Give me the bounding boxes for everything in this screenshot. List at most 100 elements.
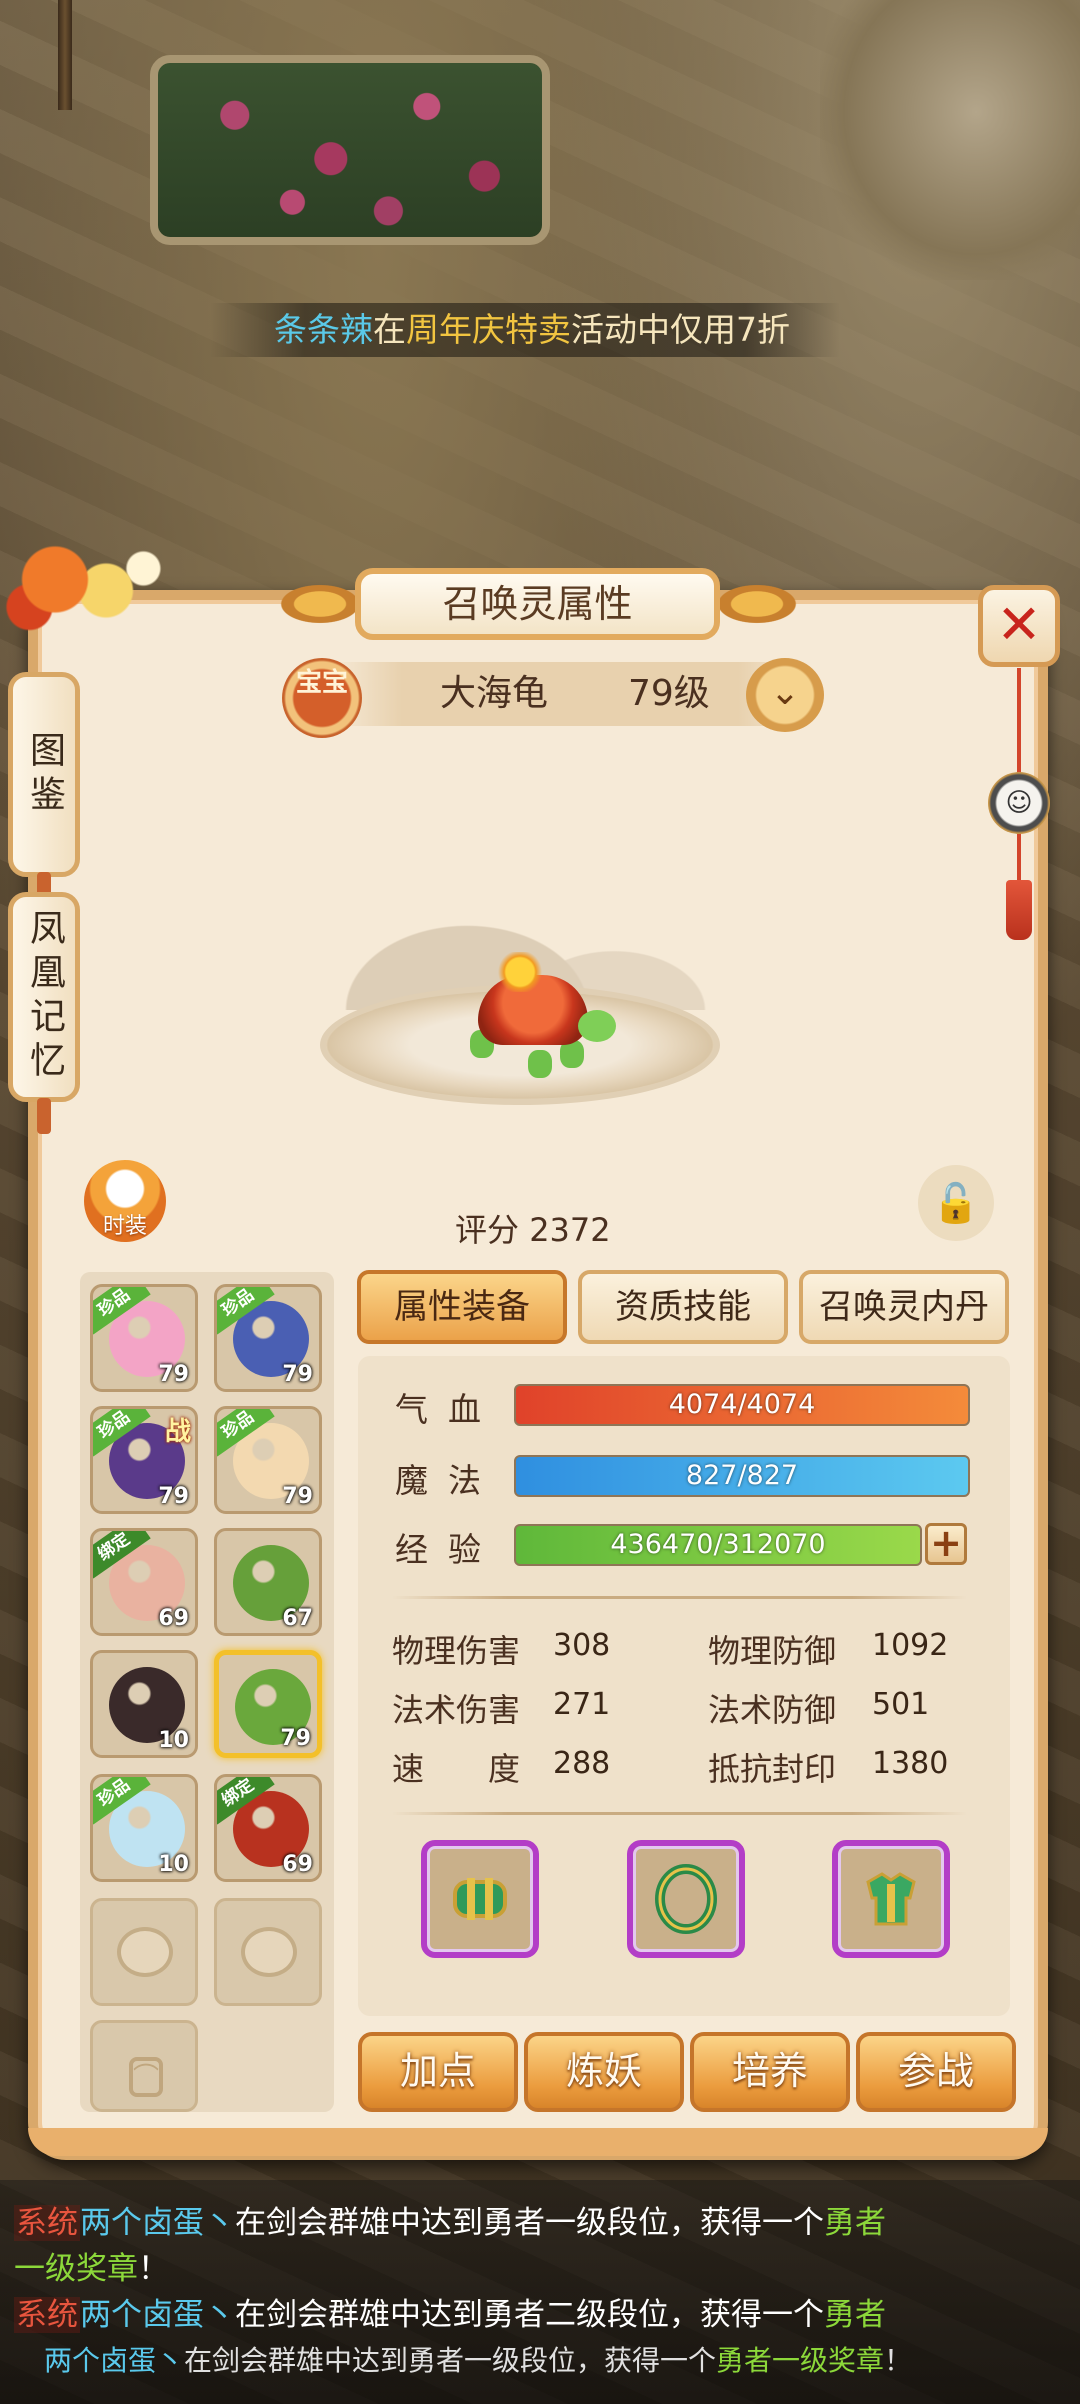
stat-magic-defense-value: 501: [872, 1687, 930, 1722]
chevron-down-icon: ⌄: [769, 672, 801, 713]
exp-label: 经验: [395, 1530, 501, 1569]
marquee-player-name: 条条辣: [274, 310, 373, 349]
stat-seal-resist-label: 抵抗封印: [708, 1750, 837, 1788]
pet-level: 79: [282, 1484, 313, 1509]
in-battle-tag: 战: [164, 1417, 191, 1447]
chat-text: 在剑会群雄中达到勇者一级段位，获得一个: [184, 2344, 717, 2377]
baobao-badge: 宝宝: [282, 658, 362, 738]
chat-reward[interactable]: 勇者一级奖章: [716, 2344, 884, 2377]
chat-message: 系统两个卤蛋丶在剑会群雄中达到勇者二级段位，获得一个勇者: [14, 2292, 886, 2338]
mp-bar: 827/827: [514, 1455, 970, 1497]
panel-bottom-trim: [28, 2128, 1048, 2156]
equip-slot-ring[interactable]: [627, 1840, 745, 1958]
chat-reward[interactable]: 勇者: [824, 2205, 886, 2241]
lock-toggle-button[interactable]: 🔓: [918, 1165, 994, 1241]
close-button[interactable]: ✕: [978, 585, 1060, 667]
pet-slot-locked[interactable]: ⌒: [90, 2020, 198, 2112]
pet-level: 67: [282, 1606, 313, 1631]
hp-value: 4074/4074: [668, 1389, 816, 1420]
chat-user[interactable]: 两个卤蛋丶: [80, 2205, 235, 2241]
pet-slot[interactable]: 67: [214, 1528, 322, 1636]
panda-placeholder-icon: [117, 1927, 173, 1977]
exp-bar: 436470/312070: [514, 1524, 922, 1566]
stat-speed-value: 288: [553, 1746, 611, 1781]
fashion-button[interactable]: 时装: [84, 1160, 166, 1242]
pet-slot[interactable]: 10: [90, 1650, 198, 1758]
add-points-button[interactable]: 加点: [358, 2032, 518, 2112]
equip-slot-armor[interactable]: [832, 1840, 950, 1958]
stat-magic-attack-label: 法术伤害: [392, 1691, 521, 1729]
stat-physical-attack-label: 物理伤害: [392, 1632, 521, 1670]
exp-value: 436470/312070: [610, 1529, 826, 1560]
pet-level: 10: [158, 1728, 189, 1753]
chat-user[interactable]: 两个卤蛋丶: [80, 2297, 235, 2333]
side-tab-phoenix-memory[interactable]: 凤凰记忆: [8, 892, 80, 1102]
pet-slot[interactable]: 绑定 69: [90, 1528, 198, 1636]
chat-panel[interactable]: 系统两个卤蛋丶在剑会群雄中达到勇者一级段位，获得一个勇者 一级奖章！ 系统两个卤…: [0, 2180, 1080, 2404]
chat-text: 在剑会群雄中达到勇者二级段位，获得一个: [235, 2297, 824, 2333]
pet-level: 79级: [628, 673, 710, 714]
marquee-text: 在: [373, 310, 406, 349]
flowerbed: [150, 55, 550, 245]
chat-reward[interactable]: 勇者: [824, 2297, 886, 2333]
tab-inner-core[interactable]: 召唤灵内丹: [799, 1270, 1009, 1344]
stat-physical-attack-value: 308: [553, 1628, 611, 1663]
train-button[interactable]: 培养: [690, 2032, 850, 2112]
tab-aptitude-skills[interactable]: 资质技能: [578, 1270, 788, 1344]
mask-medal-icon[interactable]: ☺: [988, 772, 1050, 834]
chat-message: 系统两个卤蛋丶在剑会群雄中达到勇者一级段位，获得一个勇者: [14, 2200, 886, 2246]
chat-user[interactable]: 两个卤蛋丶: [44, 2344, 184, 2377]
close-icon: ✕: [996, 593, 1042, 656]
pet-level: 79: [158, 1362, 189, 1387]
armor-icon: [866, 1872, 916, 1926]
marquee-text-rest: 活动中仅用7折: [571, 310, 790, 349]
marquee-event-name: 周年庆特卖: [406, 310, 571, 349]
statue: [820, 0, 1080, 280]
pet-level: 79: [158, 1484, 189, 1509]
chat-channel-tag: 系统: [14, 2297, 80, 2333]
side-tab-handbook[interactable]: 图鉴: [8, 672, 80, 877]
pet-slot[interactable]: 珍品 10: [90, 1774, 198, 1882]
mp-label: 魔法: [395, 1461, 501, 1500]
refine-demon-button[interactable]: 炼妖: [524, 2032, 684, 2112]
panda-placeholder-icon: [241, 1927, 297, 1977]
tassel-end: [1006, 880, 1032, 940]
divider: [392, 1596, 967, 1599]
pet-slot[interactable]: 珍品 79: [90, 1284, 198, 1392]
lock-icon: ⌒: [129, 2057, 163, 2097]
chat-channel-tag: 系统: [14, 2205, 80, 2241]
join-battle-button[interactable]: 参战: [856, 2032, 1016, 2112]
chat-message: 两个卤蛋丶在剑会群雄中达到勇者一级段位，获得一个勇者一级奖章！: [44, 2338, 912, 2384]
turtle-crown: [490, 952, 550, 992]
stat-physical-defense-label: 物理防御: [708, 1632, 837, 1670]
mp-value: 827/827: [685, 1460, 799, 1491]
bracer-icon: [453, 1878, 507, 1920]
score-value: 2372: [529, 1211, 611, 1249]
chat-reward[interactable]: 一级奖章: [14, 2251, 138, 2287]
stat-magic-defense-label: 法术防御: [708, 1691, 837, 1729]
equip-slot-bracer[interactable]: [421, 1840, 539, 1958]
pet-slot-empty[interactable]: [90, 1898, 198, 2006]
stat-magic-attack-value: 271: [553, 1687, 611, 1722]
pet-header-bar: 大海龟 79级: [330, 662, 810, 726]
pet-slot[interactable]: 79: [214, 1650, 322, 1758]
pet-slot[interactable]: 珍品战 79: [90, 1406, 198, 1514]
pet-slot[interactable]: 珍品 79: [214, 1284, 322, 1392]
title-ornament-left: [275, 582, 365, 626]
pet-name: 大海龟: [440, 673, 549, 714]
announcement-marquee: 条条辣在周年庆特卖活动中仅用7折: [210, 303, 840, 357]
title-ornament-right: [712, 582, 802, 626]
pet-select-dropdown[interactable]: ⌄: [746, 658, 824, 732]
pet-slot[interactable]: 珍品 79: [214, 1406, 322, 1514]
exp-add-button[interactable]: +: [925, 1523, 967, 1565]
panel-title: 召唤灵属性: [355, 568, 720, 640]
pet-slot-empty[interactable]: [214, 1898, 322, 2006]
pet-slot[interactable]: 绑定 69: [214, 1774, 322, 1882]
lamp-pole: [58, 0, 72, 110]
stat-seal-resist-value: 1380: [872, 1746, 949, 1781]
pet-level: 69: [282, 1852, 313, 1877]
tab-attributes-equipment[interactable]: 属性装备: [357, 1270, 567, 1344]
divider: [392, 1812, 967, 1815]
pet-level: 79: [282, 1362, 313, 1387]
fashion-label: 时装: [102, 1214, 147, 1239]
